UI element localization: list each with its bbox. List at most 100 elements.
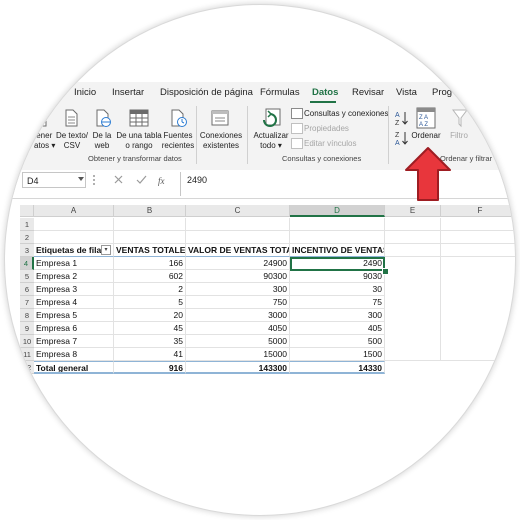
valor-ventas-cell[interactable]: 4050 bbox=[186, 322, 290, 335]
row-header-9[interactable]: 9 bbox=[20, 322, 34, 335]
row-label-cell[interactable]: Empresa 2 bbox=[34, 270, 114, 283]
empty-cell-range[interactable] bbox=[385, 257, 441, 361]
svg-text:Z A: Z A bbox=[419, 115, 428, 121]
grid-cell[interactable] bbox=[114, 231, 186, 244]
valor-ventas-cell[interactable]: 5000 bbox=[186, 335, 290, 348]
row-header-8[interactable]: 8 bbox=[20, 309, 34, 322]
row-label-cell[interactable]: Empresa 8 bbox=[34, 348, 114, 361]
incentivo-cell[interactable]: 75 bbox=[290, 296, 385, 309]
incentivo-cell[interactable]: 405 bbox=[290, 322, 385, 335]
valor-ventas-cell[interactable]: 3000 bbox=[186, 309, 290, 322]
ventas-totales-cell[interactable]: 45 bbox=[114, 322, 186, 335]
grid-cell[interactable] bbox=[385, 218, 441, 231]
total-incentivo-cell[interactable]: 14330 bbox=[290, 361, 385, 374]
select-all-corner[interactable] bbox=[20, 205, 34, 217]
ventas-totales-cell[interactable]: 602 bbox=[114, 270, 186, 283]
row-header-5[interactable]: 5 bbox=[20, 270, 34, 283]
row-header-2[interactable]: 2 bbox=[20, 231, 34, 244]
incentivo-ventas-header[interactable]: INCENTIVO DE VENTAS bbox=[290, 244, 385, 257]
filtro-label: Filtro bbox=[450, 131, 468, 140]
incentivo-cell[interactable]: 300 bbox=[290, 309, 385, 322]
valor-ventas-cell[interactable]: 24900 bbox=[186, 257, 290, 270]
tab-programador[interactable]: Prog bbox=[432, 87, 452, 98]
incentivo-cell[interactable]: 500 bbox=[290, 335, 385, 348]
valor-ventas-cell[interactable]: 750 bbox=[186, 296, 290, 309]
row-label-cell[interactable]: Empresa 5 bbox=[34, 309, 114, 322]
row-header-4[interactable]: 4 bbox=[20, 257, 34, 270]
actualizar-label-2: todo ▾ bbox=[260, 141, 282, 150]
grid-cell[interactable] bbox=[34, 218, 114, 231]
cancel-icon[interactable] bbox=[114, 175, 124, 185]
svg-text:A: A bbox=[395, 112, 400, 119]
row-label-cell[interactable]: Empresa 1 bbox=[34, 257, 114, 270]
row-header-7[interactable]: 7 bbox=[20, 296, 34, 309]
total-ventas-cell[interactable]: 916 bbox=[114, 361, 186, 374]
grid-cell[interactable] bbox=[34, 231, 114, 244]
valor-ventas-cell[interactable]: 90300 bbox=[186, 270, 290, 283]
tab-datos[interactable]: Datos bbox=[312, 87, 338, 98]
valor-ventas-cell[interactable]: 15000 bbox=[186, 348, 290, 361]
row-header-10[interactable]: 10 bbox=[20, 335, 34, 348]
row-labels-filter-dropdown[interactable]: ▾ bbox=[101, 245, 111, 255]
col-header-b[interactable]: B bbox=[114, 205, 186, 217]
tab-revisar[interactable]: Revisar bbox=[352, 87, 384, 98]
fill-handle[interactable] bbox=[382, 268, 389, 275]
row-header-3[interactable]: 3 bbox=[20, 244, 34, 257]
row-label-cell[interactable]: Empresa 3 bbox=[34, 283, 114, 296]
ribbon-separator bbox=[247, 106, 248, 164]
grid-cell[interactable] bbox=[441, 218, 515, 231]
row-label-cell[interactable]: Empresa 6 bbox=[34, 322, 114, 335]
tab-vista[interactable]: Vista bbox=[396, 87, 417, 98]
tab-insertar[interactable]: Insertar bbox=[112, 87, 144, 98]
incentivo-cell[interactable]: 30 bbox=[290, 283, 385, 296]
tab-inicio[interactable]: Inicio bbox=[74, 87, 96, 98]
col-header-f[interactable]: F bbox=[441, 205, 515, 217]
row-label-cell[interactable]: Empresa 4 bbox=[34, 296, 114, 309]
grid-cell[interactable] bbox=[441, 244, 515, 257]
row-header-1[interactable]: 1 bbox=[20, 218, 34, 231]
row-header-6[interactable]: 6 bbox=[20, 283, 34, 296]
total-valor-cell[interactable]: 143300 bbox=[186, 361, 290, 374]
properties-icon bbox=[291, 123, 303, 134]
grid-cell[interactable] bbox=[290, 231, 385, 244]
text-file-icon bbox=[65, 109, 78, 127]
grid-cell[interactable] bbox=[385, 244, 441, 257]
tab-disposicion[interactable]: Disposición de página bbox=[160, 87, 253, 98]
formula-input[interactable]: 2490 bbox=[180, 172, 515, 196]
name-box-dropdown-icon[interactable] bbox=[78, 177, 84, 182]
clear-filter-icon[interactable] bbox=[478, 110, 492, 122]
name-box[interactable]: D4 bbox=[22, 172, 86, 188]
enter-check-icon[interactable] bbox=[136, 175, 147, 185]
col-header-d[interactable]: D bbox=[290, 205, 385, 217]
grid-cell[interactable] bbox=[290, 218, 385, 231]
ventas-totales-cell[interactable]: 5 bbox=[114, 296, 186, 309]
row-label-cell[interactable]: Empresa 7 bbox=[34, 335, 114, 348]
ventas-totales-cell[interactable]: 20 bbox=[114, 309, 186, 322]
editar-vinculos-label: Editar vínculos bbox=[304, 139, 357, 148]
insert-function-icon[interactable]: fx bbox=[158, 174, 172, 186]
incentivo-cell[interactable]: 1500 bbox=[290, 348, 385, 361]
grid-cell[interactable] bbox=[114, 218, 186, 231]
ventas-totales-header[interactable]: VENTAS TOTALES bbox=[114, 244, 186, 257]
grid-cell[interactable] bbox=[385, 231, 441, 244]
grid-cell[interactable] bbox=[186, 231, 290, 244]
row-header-12[interactable]: 12 bbox=[20, 361, 34, 374]
incentivo-cell[interactable]: 9030 bbox=[290, 270, 385, 283]
ventas-totales-cell[interactable]: 41 bbox=[114, 348, 186, 361]
grid-cell[interactable] bbox=[441, 231, 515, 244]
de-texto-label-1: De texto/ bbox=[55, 131, 88, 140]
col-header-e[interactable]: E bbox=[385, 205, 441, 217]
ventas-totales-cell[interactable]: 166 bbox=[114, 257, 186, 270]
grid-cell[interactable] bbox=[186, 218, 290, 231]
valor-ventas-header[interactable]: VALOR DE VENTAS TOTAL bbox=[186, 244, 290, 257]
col-header-a[interactable]: A bbox=[34, 205, 114, 217]
col-header-c[interactable]: C bbox=[186, 205, 290, 217]
total-label-cell[interactable]: Total general bbox=[34, 361, 114, 374]
ventas-totales-cell[interactable]: 2 bbox=[114, 283, 186, 296]
ribbon-separator bbox=[388, 106, 389, 164]
ventas-totales-cell[interactable]: 35 bbox=[114, 335, 186, 348]
row-header-11[interactable]: 11 bbox=[20, 348, 34, 361]
valor-ventas-cell[interactable]: 300 bbox=[186, 283, 290, 296]
empty-cell-range[interactable] bbox=[441, 257, 515, 361]
tab-formulas[interactable]: Fórmulas bbox=[260, 87, 300, 98]
